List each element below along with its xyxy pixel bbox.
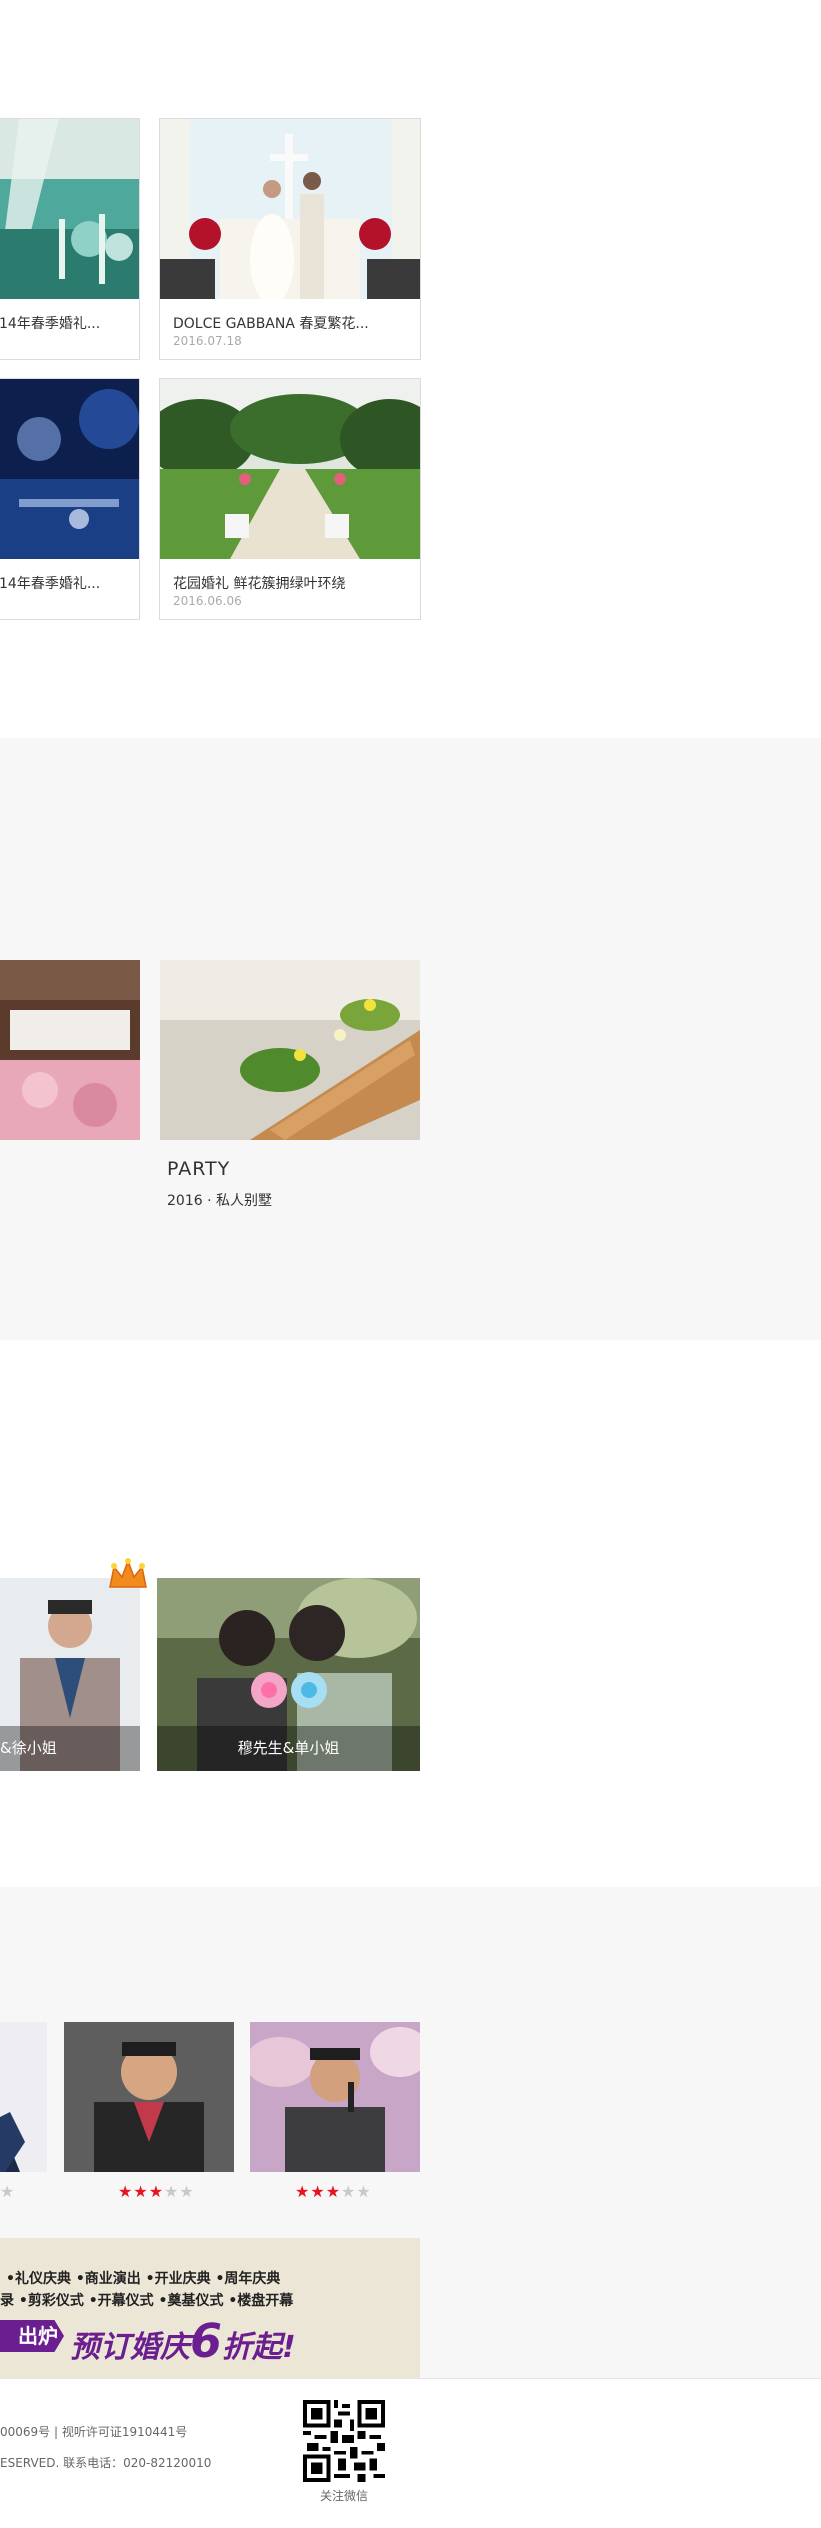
banner-headline-a: 预订婚庆 [70,2330,190,2365]
footer-rights: ESERVED. 联系电话：020-82120010 [0,2456,212,2470]
star-icon: ★ [310,2182,326,2201]
wechat-label: 关注微信 [319,2489,368,2503]
star-icon: ★ [133,2182,149,2201]
star-icon: ★ [295,2182,311,2201]
party-image[interactable] [160,960,420,1140]
banner-headline-b: 折起! [222,2330,296,2365]
case-card-3[interactable]: 14年春季婚礼... [0,378,140,620]
host-rating-3: ★★★★★ [295,2182,372,2201]
case-title: 14年春季婚礼... [0,316,101,332]
promo-banner[interactable]: •礼仪庆典 •商业演出 •开业庆典 •周年庆典 录 •剪彩仪式 •开幕仪式 •奠… [0,2238,420,2378]
couple-card-1[interactable]: &徐小姐 [0,1578,140,1771]
wechat-qr-code [303,2400,385,2482]
host-photo-2[interactable] [64,2022,234,2172]
star-icon: ★ [325,2182,342,2201]
case-card-1[interactable]: 14年春季婚礼... [0,118,140,360]
host-photo-1[interactable] [0,2022,47,2172]
banner-tag: 出炉 [0,2320,64,2352]
case-image-4 [160,379,420,559]
case-image-3 [0,379,139,559]
star-icon: ★ [148,2182,165,2201]
case-date: 2016.06.06 [173,594,242,608]
star-icon: ★ [179,2182,195,2201]
case-title: DOLCE GABBANA 春夏繁花... [173,316,369,332]
party-subtitle: 2016 · 私人别墅 [167,1193,272,1209]
star-icon: ★ [356,2182,372,2201]
case-card-4[interactable]: 花园婚礼 鲜花簇拥绿叶环绕 2016.06.06 [159,378,421,620]
party-title: PARTY [167,1158,231,1180]
case-image-2 [160,119,420,299]
footer-license: 00069号 | 视听许可证1910441号 [0,2425,188,2439]
banner-headline: 预订婚庆6折起! [70,2314,296,2368]
banner-headline-num: 6 [190,2314,223,2368]
case-card-2[interactable]: DOLCE GABBANA 春夏繁花... 2016.07.18 [159,118,421,360]
banner-tag-text: 出炉 [18,2324,58,2348]
case-image-1 [0,119,139,299]
case-date: 2016.07.18 [173,334,242,348]
banner-services-line2: 录 •剪彩仪式 •开幕仪式 •奠基仪式 •楼盘开幕 [0,2293,294,2309]
couple-card-2[interactable]: 穆先生&单小姐 [157,1578,420,1771]
star-icon: ★ [341,2182,357,2201]
footer-divider [0,2378,821,2379]
star-icon: ★ [0,2182,16,2201]
host-rating-2: ★★★★★ [118,2182,195,2201]
couple-name: &徐小姐 [0,1726,140,1771]
host-rating-1: ★ [0,2182,15,2201]
couple-name: 穆先生&单小姐 [157,1726,420,1771]
case-title: 14年春季婚礼... [0,576,101,592]
banner-services-line1: •礼仪庆典 •商业演出 •开业庆典 •周年庆典 [6,2271,281,2287]
host-photo-3[interactable] [250,2022,420,2172]
crown-icon [106,1557,150,1591]
star-icon: ★ [164,2182,180,2201]
case-title: 花园婚礼 鲜花簇拥绿叶环绕 [173,576,346,592]
party-image-left[interactable] [0,960,140,1140]
star-icon: ★ [118,2182,134,2201]
